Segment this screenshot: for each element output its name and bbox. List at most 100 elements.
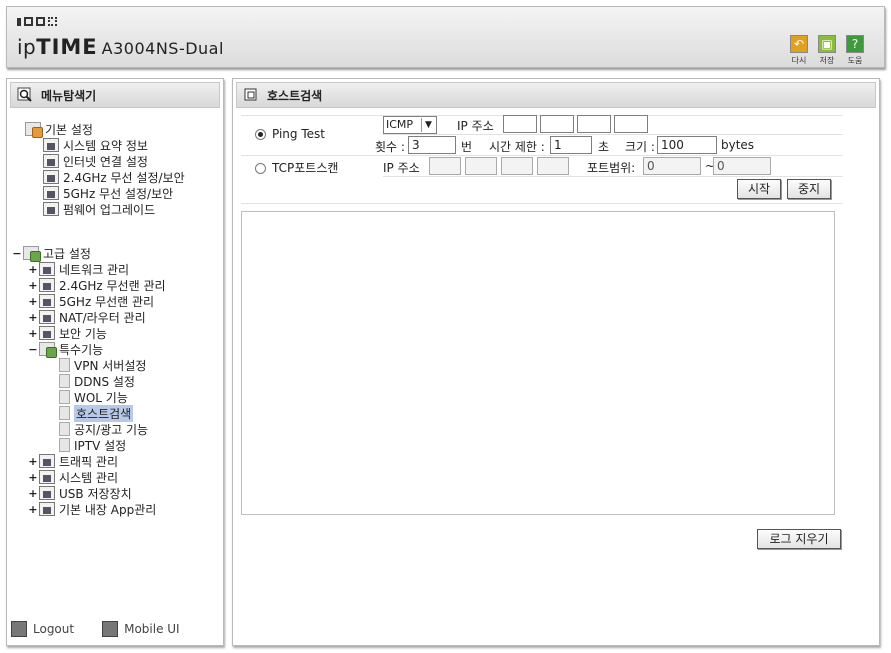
- logout-label: Logout: [33, 622, 75, 636]
- tree-item-host-search[interactable]: 호스트검색: [59, 404, 134, 422]
- ping-test-option[interactable]: Ping Test: [255, 127, 325, 141]
- start-button[interactable]: 시작: [737, 179, 781, 199]
- app-icon: [39, 502, 55, 516]
- brand-prefix: ip: [17, 35, 37, 59]
- mobile-ui-label: Mobile UI: [124, 622, 180, 636]
- tree-label: 펌웨어 업그레이드: [63, 202, 156, 217]
- sidebar-footer: Logout Mobile UI: [11, 621, 180, 637]
- save-button[interactable]: ▣ 저장: [816, 35, 838, 66]
- system-icon: [39, 470, 55, 484]
- collapse-toggle[interactable]: −: [27, 343, 39, 356]
- tree-label: 공지/광고 기능: [74, 422, 149, 437]
- wifi-icon: [43, 186, 59, 200]
- help-button[interactable]: ? 도움: [844, 35, 866, 66]
- size-input[interactable]: 100: [657, 136, 717, 154]
- tree-network-mgmt[interactable]: + 네트워크 관리: [27, 261, 129, 277]
- expand-toggle[interactable]: +: [27, 487, 39, 500]
- expand-toggle[interactable]: +: [27, 263, 39, 276]
- tree-label: VPN 서버설정: [74, 358, 147, 373]
- tcp-scan-option[interactable]: TCP포트스캔: [255, 159, 338, 176]
- lock-icon: [39, 326, 55, 340]
- tree-label: NAT/라우터 관리: [59, 310, 146, 325]
- tree-label: 기본 설정: [45, 122, 93, 137]
- count-label: 횟수 :: [375, 140, 405, 154]
- brand-bold: TIME: [36, 35, 98, 59]
- tree-security[interactable]: + 보안 기능: [27, 325, 107, 341]
- tree-item-notice-ad[interactable]: 공지/광고 기능: [59, 421, 148, 437]
- network-icon: [39, 262, 55, 276]
- tree-item-iptv[interactable]: IPTV 설정: [59, 437, 126, 453]
- traffic-icon: [39, 454, 55, 468]
- main-panel: 호스트검색 Ping Test ICMP ▼ IP 주소 횟수 : 3 번 시간…: [232, 78, 880, 646]
- expand-toggle[interactable]: +: [27, 295, 39, 308]
- timeout-input[interactable]: 1: [550, 136, 592, 154]
- ping-test-radio[interactable]: [255, 129, 266, 140]
- tree-system-mgmt[interactable]: + 시스템 관리: [27, 469, 118, 485]
- tree-nat-router-mgmt[interactable]: + NAT/라우터 관리: [27, 309, 146, 325]
- expand-toggle[interactable]: +: [27, 471, 39, 484]
- expand-toggle[interactable]: +: [27, 311, 39, 324]
- tree-usb-storage[interactable]: + USB 저장장치: [27, 485, 132, 501]
- tree-item-wol[interactable]: WOL 기능: [59, 389, 128, 405]
- tcp-ip-octet-1[interactable]: [429, 157, 461, 175]
- chevron-down-icon: ▼: [421, 118, 435, 132]
- collapse-toggle[interactable]: −: [11, 247, 23, 260]
- tree-label: WOL 기능: [74, 390, 128, 405]
- tree-traffic-mgmt[interactable]: + 트래픽 관리: [27, 453, 118, 469]
- undo-label: 다시: [791, 56, 807, 65]
- port-from-input[interactable]: 0: [643, 157, 701, 175]
- ping-ip-octet-1[interactable]: [503, 115, 537, 133]
- tree-item-firmware[interactable]: 펌웨어 업그레이드: [43, 201, 155, 217]
- tree-item-5ghz-wireless[interactable]: 5GHz 무선 설정/보안: [43, 185, 173, 201]
- tree-label: 5GHz 무선 설정/보안: [63, 186, 174, 201]
- tree-basic-settings[interactable]: 기본 설정: [25, 121, 93, 138]
- ping-ip-octet-4[interactable]: [614, 115, 648, 133]
- ping-ip-octet-3[interactable]: [577, 115, 611, 133]
- ping-ip-octet-2[interactable]: [540, 115, 574, 133]
- header-tools: ↶ 다시 ▣ 저장 ? 도움: [788, 35, 866, 66]
- clear-log-button[interactable]: 로그 지우기: [757, 529, 841, 549]
- help-icon: ?: [846, 35, 864, 53]
- expand-toggle[interactable]: +: [27, 455, 39, 468]
- stop-button[interactable]: 중지: [787, 179, 831, 199]
- log-output-area[interactable]: [241, 211, 835, 515]
- sidebar-title: 메뉴탐색기: [41, 88, 97, 103]
- tree-label: 고급 설정: [43, 246, 91, 261]
- tree-item-internet-setup[interactable]: 인터넷 연결 설정: [43, 153, 148, 169]
- save-icon: ▣: [818, 35, 836, 53]
- host-search-icon: [243, 87, 259, 103]
- tree-label: 2.4GHz 무선랜 관리: [59, 278, 166, 293]
- tcp-ip-octet-3[interactable]: [501, 157, 533, 175]
- tree-5ghz-wlan-mgmt[interactable]: + 5GHz 무선랜 관리: [27, 293, 154, 309]
- port-range-label: 포트범위:: [587, 161, 636, 175]
- tree-item-system-summary[interactable]: 시스템 요약 정보: [43, 137, 148, 153]
- magnifier-icon: [17, 87, 33, 103]
- expand-toggle[interactable]: +: [27, 327, 39, 340]
- port-to-input[interactable]: 0: [713, 157, 771, 175]
- tree-advanced-settings[interactable]: − 고급 설정: [11, 245, 91, 262]
- tcp-ip-octet-2[interactable]: [465, 157, 497, 175]
- tree-special-functions[interactable]: − 특수기능: [27, 341, 103, 358]
- expand-toggle[interactable]: +: [27, 503, 39, 516]
- tree-item-vpn[interactable]: VPN 서버설정: [59, 357, 146, 373]
- folder-icon: [25, 122, 43, 138]
- logout-link[interactable]: Logout: [11, 621, 74, 637]
- tree-item-ddns[interactable]: DDNS 설정: [59, 373, 135, 389]
- ping-ip-label: IP 주소: [457, 119, 494, 133]
- undo-button[interactable]: ↶ 다시: [788, 35, 810, 66]
- expand-toggle[interactable]: +: [27, 279, 39, 292]
- protocol-select[interactable]: ICMP ▼: [383, 116, 437, 134]
- tree-item-24ghz-wireless[interactable]: 2.4GHz 무선 설정/보안: [43, 169, 185, 185]
- protocol-value: ICMP: [386, 118, 414, 131]
- logout-icon: [11, 621, 27, 637]
- monitor-icon: [43, 154, 59, 168]
- count-input[interactable]: 3: [408, 136, 456, 154]
- tcp-scan-radio[interactable]: [255, 163, 266, 174]
- mobile-ui-link[interactable]: Mobile UI: [102, 621, 180, 637]
- tree-label: 시스템 요약 정보: [63, 138, 148, 153]
- tcp-ip-octet-4[interactable]: [537, 157, 569, 175]
- tree-builtin-apps[interactable]: + 기본 내장 App관리: [27, 501, 156, 517]
- tree-24ghz-wlan-mgmt[interactable]: + 2.4GHz 무선랜 관리: [27, 277, 166, 293]
- divider: [241, 203, 843, 204]
- tree-label: 2.4GHz 무선 설정/보안: [63, 170, 185, 185]
